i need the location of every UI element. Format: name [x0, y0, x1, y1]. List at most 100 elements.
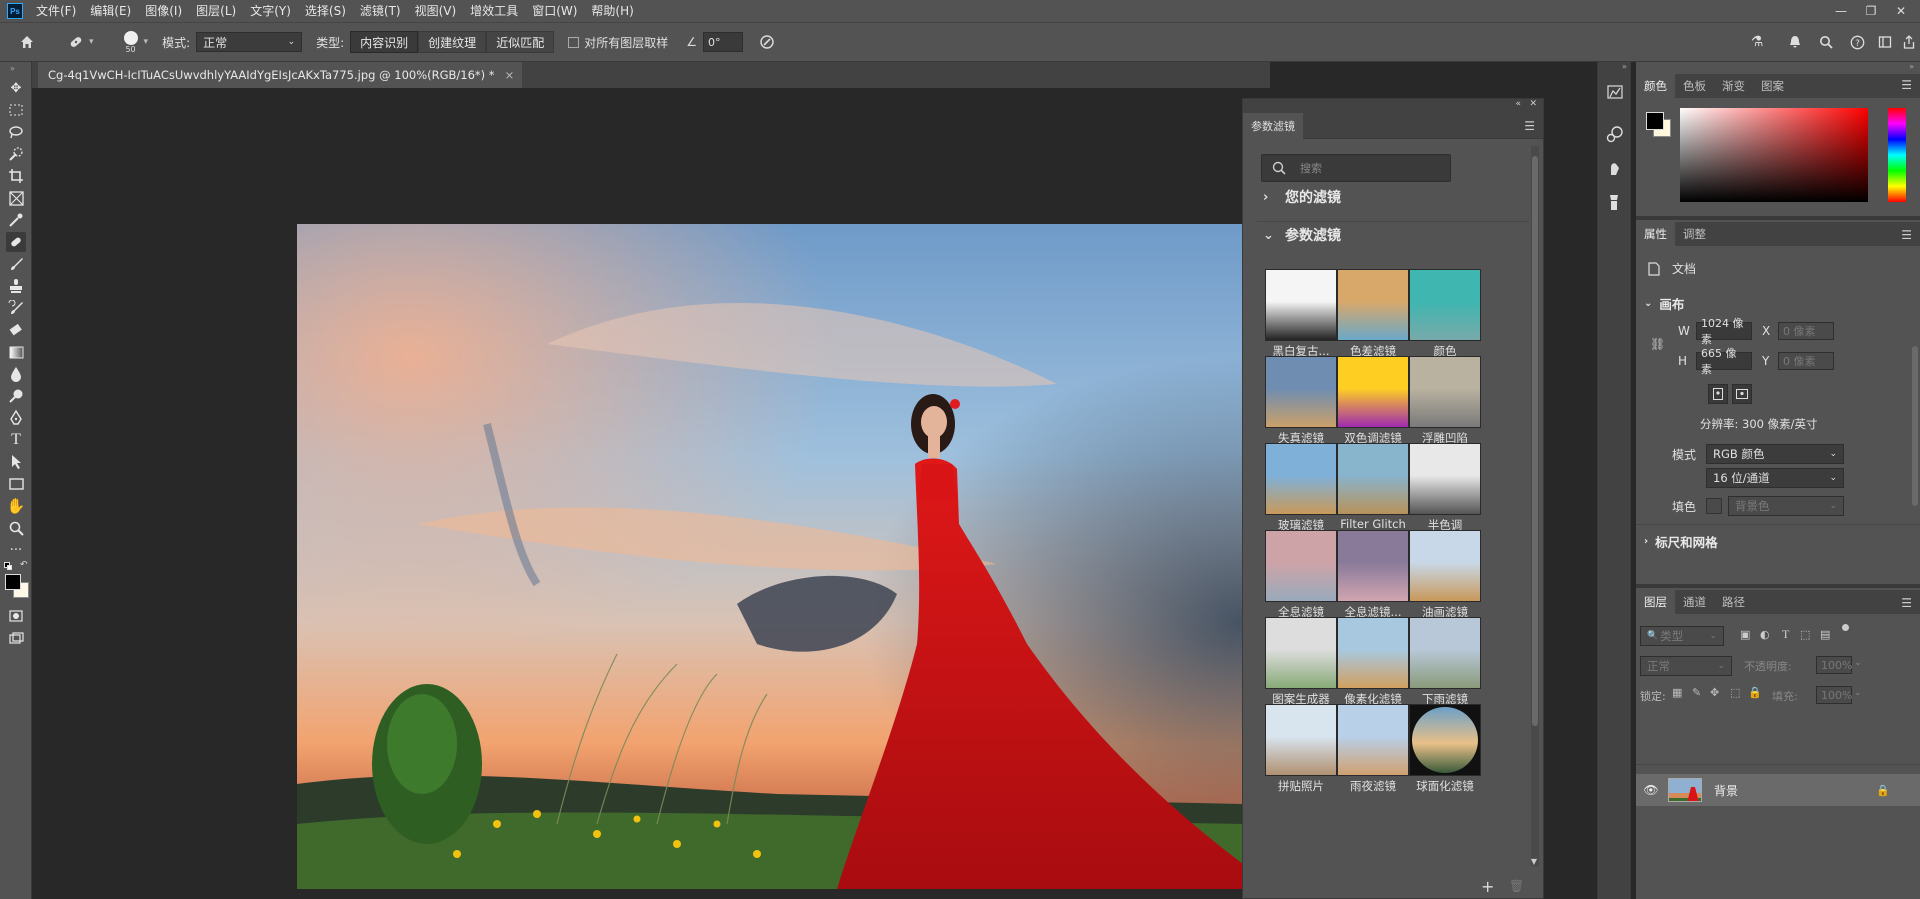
- history-brush-tool-icon[interactable]: [6, 298, 26, 318]
- properties-scrollbar[interactable]: [1912, 346, 1918, 506]
- filter-thumbnail[interactable]: [1409, 617, 1481, 689]
- color-picker-field[interactable]: [1680, 108, 1868, 202]
- filter-thumbnail[interactable]: [1409, 530, 1481, 602]
- tab-paths[interactable]: 路径: [1714, 590, 1753, 614]
- filter-thumbnail[interactable]: [1265, 617, 1337, 689]
- tab-swatches[interactable]: 色板: [1675, 74, 1714, 98]
- swap-colors-icon[interactable]: ↶: [20, 560, 28, 570]
- layers-panel-menu-icon[interactable]: ☰: [1901, 596, 1912, 610]
- add-filter-button[interactable]: +: [1481, 877, 1494, 896]
- actions-icon[interactable]: [1605, 192, 1625, 212]
- filter-thumbnail[interactable]: [1265, 443, 1337, 515]
- workspace-icon[interactable]: [1876, 33, 1894, 51]
- layer-fill-input[interactable]: 100%: [1816, 686, 1852, 704]
- close-button[interactable]: ✕: [1886, 0, 1916, 22]
- pressure-icon[interactable]: [757, 32, 777, 52]
- filter-shape-icon[interactable]: ⬚: [1800, 628, 1810, 641]
- opacity-chevron-icon[interactable]: ⌄: [1854, 658, 1862, 668]
- document-tab[interactable]: Cg-4q1VwCH-IcITuACsUwvdhlyYAAIdYgEIsJcAK…: [38, 62, 523, 88]
- character-icon[interactable]: [1605, 158, 1625, 178]
- filter-thumbnail[interactable]: [1337, 269, 1409, 341]
- filter-panel-scrollbar[interactable]: [1531, 146, 1539, 866]
- section-parametric-filters[interactable]: ⌄ 参数滤镜: [1263, 225, 1341, 245]
- canvas-section[interactable]: ⌄ 画布: [1644, 294, 1684, 313]
- crop-tool-icon[interactable]: [6, 166, 26, 186]
- navigator-icon[interactable]: [1605, 124, 1625, 144]
- type-proximity-match-button[interactable]: 近似匹配: [486, 31, 555, 53]
- scroll-down-arrow-icon[interactable]: ▼: [1531, 857, 1537, 866]
- strip-collapse-icon[interactable]: »: [1622, 62, 1627, 71]
- tab-patterns[interactable]: 图案: [1753, 74, 1792, 98]
- close-icon[interactable]: ×: [505, 68, 515, 82]
- type-create-texture-button[interactable]: 创建纹理: [418, 31, 487, 53]
- menu-edit[interactable]: 编辑(E): [83, 0, 138, 22]
- layer-name[interactable]: 背景: [1714, 782, 1738, 799]
- mode-select[interactable]: 正常 ⌄: [196, 32, 303, 52]
- lock-all-icon[interactable]: 🔒: [1748, 686, 1762, 699]
- path-selection-tool-icon[interactable]: [6, 452, 26, 472]
- menu-help[interactable]: 帮助(H): [584, 0, 640, 22]
- filter-thumbnail[interactable]: [1337, 617, 1409, 689]
- fill-select[interactable]: 背景色 ⌄: [1728, 496, 1844, 516]
- help-icon[interactable]: ?: [1848, 33, 1866, 51]
- filter-smart-object-icon[interactable]: ▤: [1820, 628, 1830, 641]
- portrait-orientation-button[interactable]: [1708, 384, 1728, 404]
- filter-thumbnail[interactable]: [1409, 269, 1481, 341]
- landscape-orientation-button[interactable]: [1732, 384, 1752, 404]
- pen-tool-icon[interactable]: [6, 408, 26, 428]
- menu-window[interactable]: 窗口(W): [525, 0, 584, 22]
- bell-icon[interactable]: [1786, 33, 1804, 51]
- filter-thumbnail[interactable]: [1265, 530, 1337, 602]
- filter-thumbnail[interactable]: [1337, 704, 1409, 776]
- filter-thumbnail[interactable]: [1409, 356, 1481, 428]
- color-panel-menu-icon[interactable]: ☰: [1901, 78, 1912, 92]
- panel-collapse-icon[interactable]: «: [1515, 99, 1521, 109]
- tab-layers[interactable]: 图层: [1636, 590, 1675, 614]
- bit-depth-select[interactable]: 16 位/通道 ⌄: [1706, 468, 1844, 488]
- more-tools-icon[interactable]: ···: [6, 540, 26, 560]
- tab-channels[interactable]: 通道: [1675, 590, 1714, 614]
- type-content-aware-button[interactable]: 内容识别: [350, 31, 419, 53]
- gradient-tool-icon[interactable]: [6, 342, 26, 362]
- menu-select[interactable]: 选择(S): [298, 0, 353, 22]
- layer-filter-kind-select[interactable]: 🔍 类型 ⌄: [1640, 626, 1724, 646]
- width-input[interactable]: 1024 像素: [1696, 317, 1752, 346]
- eyedropper-tool-icon[interactable]: [6, 210, 26, 230]
- fill-chevron-icon[interactable]: ⌄: [1854, 688, 1862, 698]
- lock-transparent-icon[interactable]: ▦: [1672, 686, 1682, 699]
- filter-toggle-icon[interactable]: [1842, 624, 1849, 631]
- tab-color[interactable]: 颜色: [1636, 74, 1675, 98]
- height-input[interactable]: 665 像素: [1696, 347, 1752, 376]
- quick-mask-icon[interactable]: [6, 606, 26, 626]
- tab-parametric-filters[interactable]: 参数滤镜: [1243, 113, 1303, 139]
- menu-file[interactable]: 文件(F): [29, 0, 83, 22]
- link-icon[interactable]: ⛓: [1650, 337, 1665, 351]
- filter-type-icon[interactable]: T: [1782, 627, 1789, 642]
- filter-thumbnail[interactable]: [1265, 269, 1337, 341]
- filter-thumbnail[interactable]: [1409, 443, 1481, 515]
- filter-adjustment-icon[interactable]: ◐: [1760, 628, 1770, 641]
- flask-icon[interactable]: ⚗: [1748, 33, 1766, 51]
- opacity-input[interactable]: 100%: [1816, 656, 1852, 674]
- histogram-icon[interactable]: [1605, 82, 1625, 102]
- filter-pixel-icon[interactable]: ▣: [1740, 628, 1750, 641]
- quick-selection-tool-icon[interactable]: [6, 144, 26, 164]
- panel-close-icon[interactable]: ✕: [1529, 99, 1537, 109]
- filter-thumbnail[interactable]: [1337, 443, 1409, 515]
- brush-tool-icon[interactable]: [6, 254, 26, 274]
- screen-mode-icon[interactable]: [6, 628, 26, 648]
- menu-view[interactable]: 视图(V): [408, 0, 464, 22]
- healing-brush-tool-icon[interactable]: [65, 32, 87, 52]
- type-tool-icon[interactable]: T: [6, 430, 26, 450]
- fill-color-swatch[interactable]: [1706, 498, 1722, 514]
- marquee-tool-icon[interactable]: [6, 100, 26, 120]
- panel-menu-icon[interactable]: ☰: [1524, 119, 1535, 133]
- section-your-filters[interactable]: › 您的滤镜: [1263, 187, 1341, 207]
- search-icon[interactable]: [1817, 33, 1835, 51]
- angle-input[interactable]: 0°: [702, 32, 743, 52]
- rulers-grids-section[interactable]: › 标尺和网格: [1644, 532, 1718, 551]
- healing-brush-tool-icon[interactable]: [6, 232, 26, 252]
- zoom-tool-icon[interactable]: [6, 518, 26, 538]
- filter-thumbnail[interactable]: [1337, 530, 1409, 602]
- fg-color-swatch[interactable]: [1646, 112, 1664, 130]
